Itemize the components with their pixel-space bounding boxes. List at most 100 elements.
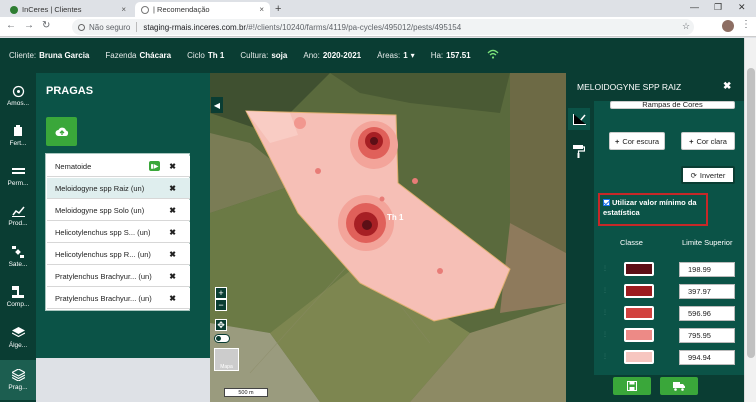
page-scrollbar[interactable] [744,38,756,402]
cycle-value: Th 1 [207,51,225,60]
class-handle-icon[interactable]: ⋮ [602,353,608,360]
remove-icon[interactable]: ✖ [169,294,176,303]
remove-icon[interactable]: ✖ [169,272,176,281]
ha-label: Ha: [430,51,444,60]
list-item-label: Meloidogyne spp Solo (un) [55,205,145,215]
sidebar-item-produtividade[interactable]: Prod... [0,196,36,236]
areas-label: Áreas: [377,51,401,60]
dark-color-label: Cor escura [622,136,660,146]
sidebar-item-fertilidade[interactable]: Fert... [0,116,36,156]
class-color-swatch[interactable] [624,284,654,298]
client-label: Cliente: [9,51,37,60]
legend-panel-footer [566,375,744,402]
profile-avatar[interactable] [722,20,734,32]
browser-tab-clientes[interactable]: InCeres | Clientes × [4,2,132,17]
use-min-stat-checkbox[interactable] [603,199,610,206]
close-window-icon[interactable]: ✕ [738,2,746,13]
class-color-swatch[interactable] [624,262,654,276]
fit-extent-icon[interactable]: ✥ [215,319,227,331]
upload-button[interactable] [46,117,77,146]
chart-tab-icon[interactable] [568,108,590,130]
class-color-swatch[interactable] [624,306,654,320]
year-group[interactable]: Ano: 2020-2021 [303,51,361,60]
class-handle-icon[interactable]: ⋮ [602,265,608,272]
class-color-swatch[interactable] [624,350,654,364]
compaction-icon [11,286,25,298]
use-min-stat-option[interactable]: Utilizar valor mínimo da estatística [598,193,708,226]
send-to-machine-button[interactable] [660,377,698,395]
farm-value: Chácara [139,51,172,60]
sidebar-item-compactacao[interactable]: Comp... [0,277,36,317]
list-item[interactable]: Meloidogyne spp Raiz (un) ✖ [47,178,190,199]
url-host: staging-rmais.inceres.com.br [143,22,247,32]
list-item[interactable]: Nematoide ▮▶ ✖ [47,156,190,177]
back-icon[interactable]: ← [6,20,16,31]
minimize-window-icon[interactable]: — [690,2,699,12]
reload-icon[interactable]: ↻ [42,20,50,31]
upper-limit-input[interactable]: 596.96 [679,306,735,321]
dark-color-button[interactable]: + Cor escura [609,132,665,150]
color-ramp-button[interactable]: Rampas de Cores [610,101,735,109]
browser-menu-icon[interactable]: ⋮ [741,19,751,30]
remove-icon[interactable]: ✖ [169,162,176,171]
farm-group[interactable]: Fazenda Chácara [105,51,171,60]
list-item-label: Nematoide [55,161,92,171]
remove-icon[interactable]: ✖ [169,228,176,237]
forward-icon[interactable]: → [24,20,34,31]
remove-icon[interactable]: ✖ [169,206,176,215]
sidebar-item-amostragem[interactable]: Amos... [0,76,36,116]
upper-limit-input[interactable]: 198.99 [679,262,735,277]
collapse-panel-button[interactable]: ◀ [211,97,223,113]
bookmark-star-icon[interactable]: ☆ [682,21,690,32]
column-header-class: Classe [620,238,643,247]
invert-button[interactable]: ⟳ Inverter [681,166,735,184]
save-icon [627,381,637,391]
basemap-thumbnail[interactable]: Mapa [214,348,239,371]
class-color-swatch[interactable] [624,328,654,342]
list-item[interactable]: Pratylenchus Brachyur... (un) ✖ [47,288,190,309]
list-item[interactable]: Helicotylenchus spp S... (un) ✖ [47,222,190,243]
crop-group[interactable]: Cultura: soja [240,51,287,60]
client-group[interactable]: Cliente: Bruna Garcia [9,51,89,60]
layer-toggle[interactable] [214,334,230,343]
list-item[interactable]: Meloidogyne spp Solo (un) ✖ [47,200,190,221]
cycle-group[interactable]: Ciclo Th 1 [187,51,224,60]
map-view[interactable] [210,73,566,402]
list-item[interactable]: Pratylenchus Brachyur... (un) ✖ [47,266,190,287]
upper-limit-input[interactable]: 397.97 [679,284,735,299]
truck-icon[interactable]: ▮▶ [149,161,160,171]
sidebar-item-satelite[interactable]: Sate... [0,237,36,277]
paint-roller-icon[interactable] [568,140,590,162]
light-color-button[interactable]: + Cor clara [681,132,735,150]
class-handle-icon[interactable]: ⋮ [602,331,608,338]
save-button[interactable] [613,377,651,395]
sidebar-item-permeabilidade[interactable]: Perm... [0,156,36,196]
sidebar-item-pragas[interactable]: Prag... [0,360,36,400]
layers-icon [11,327,25,339]
close-icon[interactable]: ✖ [723,81,731,92]
chevron-down-icon: ▾ [410,51,415,60]
class-handle-icon[interactable]: ⋮ [602,309,608,316]
zoom-in-button[interactable]: + [215,287,227,299]
upper-limit-input[interactable]: 795.95 [679,328,735,343]
url-field[interactable]: Não seguro staging-rmais.inceres.com.br … [72,19,694,35]
close-tab-icon[interactable]: × [259,5,264,14]
remove-icon[interactable]: ✖ [169,250,176,259]
class-handle-icon[interactable]: ⋮ [602,287,608,294]
browser-tab-recomendacao[interactable]: | Recomendação × [135,2,270,17]
upper-limit-input[interactable]: 994.94 [679,350,735,365]
close-tab-icon[interactable]: × [121,5,126,14]
areas-group[interactable]: Áreas: 1 ▾ [377,51,415,60]
remove-icon[interactable]: ✖ [169,184,176,193]
list-item[interactable]: Helicotylenchus spp R... (un) ✖ [47,244,190,265]
ha-group: Ha: 157.51 [431,51,471,60]
sidebar-item-algebra[interactable]: Álge... [0,318,36,358]
invert-label: Inverter [699,170,726,180]
connection-wifi-icon [487,49,499,62]
zoom-out-button[interactable]: − [215,299,227,311]
new-tab-button[interactable]: + [275,3,281,15]
cloud-upload-icon [55,127,68,136]
list-item-label: Pratylenchus Brachyur... (un) [55,293,152,303]
refresh-icon: ⟳ [690,170,697,180]
maximize-window-icon[interactable]: ❐ [714,2,722,13]
